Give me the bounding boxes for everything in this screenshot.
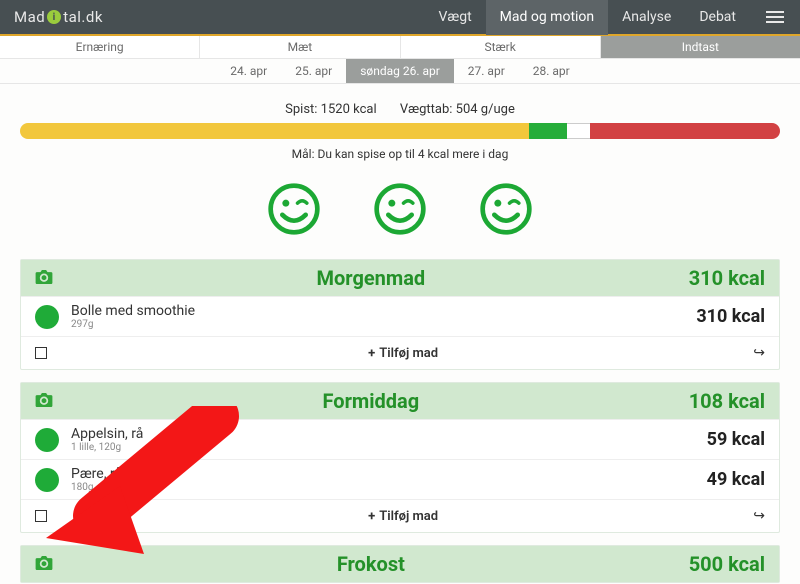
logo-dot-icon: i bbox=[47, 10, 61, 24]
food-row[interactable]: Pære, rå 180g 49 kcal bbox=[21, 459, 779, 499]
goal-label: Mål: Du kan spise op til 4 kcal mere i d… bbox=[20, 147, 780, 161]
date-24-apr[interactable]: 24. apr bbox=[216, 59, 281, 83]
meal-footer: +Tilføj mad ↪ bbox=[21, 499, 779, 532]
smiley-row bbox=[0, 169, 800, 259]
food-detail: 297g bbox=[71, 319, 696, 330]
bar-segment-white bbox=[567, 123, 590, 139]
camera-icon[interactable] bbox=[35, 391, 53, 412]
meal-header[interactable]: Formiddag 108 kcal bbox=[21, 383, 779, 419]
share-icon[interactable]: ↪ bbox=[753, 345, 765, 361]
bar-segment-yellow bbox=[20, 123, 529, 139]
smiley-icon bbox=[266, 181, 322, 241]
food-kcal: 59 kcal bbox=[707, 429, 765, 450]
meal-title: Formiddag bbox=[53, 389, 689, 413]
food-row[interactable]: Appelsin, rå 1 lille, 120g 59 kcal bbox=[21, 419, 779, 459]
smiley-icon bbox=[478, 181, 534, 241]
meal-section-morgenmad: Morgenmad 310 kcal Bolle med smoothie 29… bbox=[20, 259, 780, 370]
subtab-ernaering[interactable]: Ernæring bbox=[0, 36, 200, 58]
bar-segment-red bbox=[590, 123, 780, 139]
nav-analyse[interactable]: Analyse bbox=[608, 0, 685, 35]
eaten-label: Spist: 1520 kcal bbox=[285, 102, 376, 117]
date-25-apr[interactable]: 25. apr bbox=[281, 59, 346, 83]
smiley-icon bbox=[372, 181, 428, 241]
food-detail: 180g bbox=[71, 482, 707, 493]
food-detail: 1 lille, 120g bbox=[71, 442, 707, 453]
subtab-maet[interactable]: Mæt bbox=[200, 36, 400, 58]
menu-icon[interactable] bbox=[750, 0, 800, 35]
meal-kcal: 500 kcal bbox=[689, 552, 765, 576]
food-name: Pære, rå bbox=[71, 466, 707, 482]
checkbox[interactable] bbox=[35, 510, 47, 522]
food-kcal: 310 kcal bbox=[696, 306, 765, 327]
food-name: Appelsin, rå bbox=[71, 426, 707, 442]
bar-segment-green bbox=[529, 123, 567, 139]
add-food-button[interactable]: +Tilføj mad bbox=[53, 509, 753, 524]
meal-title: Morgenmad bbox=[53, 266, 689, 290]
subtab-indtast[interactable]: Indtast bbox=[601, 36, 800, 58]
meal-header[interactable]: Frokost 500 kcal bbox=[21, 546, 779, 582]
nav-debat[interactable]: Debat bbox=[685, 0, 750, 35]
health-dot-icon bbox=[35, 468, 59, 492]
date-picker-row: 24. apr 25. apr søndag 26. apr 27. apr 2… bbox=[0, 59, 800, 84]
nav-vaegt[interactable]: Vægt bbox=[424, 0, 485, 35]
health-dot-icon bbox=[35, 305, 59, 329]
meal-footer: +Tilføj mad ↪ bbox=[21, 336, 779, 369]
subtab-staerk[interactable]: Stærk bbox=[401, 36, 601, 58]
nav-mad-og-motion[interactable]: Mad og motion bbox=[486, 0, 609, 35]
sub-tab-row: Ernæring Mæt Stærk Indtast bbox=[0, 36, 800, 59]
food-kcal: 49 kcal bbox=[707, 469, 765, 490]
meal-title: Frokost bbox=[53, 552, 689, 576]
date-28-apr[interactable]: 28. apr bbox=[519, 59, 584, 83]
site-logo[interactable]: Mad i tal.dk bbox=[0, 8, 117, 26]
meal-header[interactable]: Morgenmad 310 kcal bbox=[21, 260, 779, 296]
date-27-apr[interactable]: 27. apr bbox=[454, 59, 519, 83]
food-name: Bolle med smoothie bbox=[71, 303, 696, 319]
date-26-apr[interactable]: søndag 26. apr bbox=[346, 59, 454, 83]
checkbox[interactable] bbox=[35, 347, 47, 359]
logo-text-pre: Mad bbox=[14, 8, 45, 26]
meal-kcal: 310 kcal bbox=[689, 266, 765, 290]
top-navbar: Mad i tal.dk Vægt Mad og motion Analyse … bbox=[0, 0, 800, 36]
calorie-progress-bar bbox=[20, 123, 780, 139]
meal-list: Morgenmad 310 kcal Bolle med smoothie 29… bbox=[0, 259, 800, 583]
camera-icon[interactable] bbox=[35, 554, 53, 575]
camera-icon[interactable] bbox=[35, 268, 53, 289]
health-dot-icon bbox=[35, 428, 59, 452]
logo-text-post: tal.dk bbox=[63, 8, 103, 26]
meal-section-frokost: Frokost 500 kcal bbox=[20, 545, 780, 583]
meal-kcal: 108 kcal bbox=[689, 389, 765, 413]
meal-section-formiddag: Formiddag 108 kcal Appelsin, rå 1 lille,… bbox=[20, 382, 780, 533]
share-icon[interactable]: ↪ bbox=[753, 508, 765, 524]
calorie-stats: Spist: 1520 kcal Vægttab: 504 g/uge Mål:… bbox=[0, 84, 800, 169]
food-row[interactable]: Bolle med smoothie 297g 310 kcal bbox=[21, 296, 779, 336]
add-food-button[interactable]: +Tilføj mad bbox=[53, 346, 753, 361]
weightloss-label: Vægttab: 504 g/uge bbox=[400, 102, 515, 117]
